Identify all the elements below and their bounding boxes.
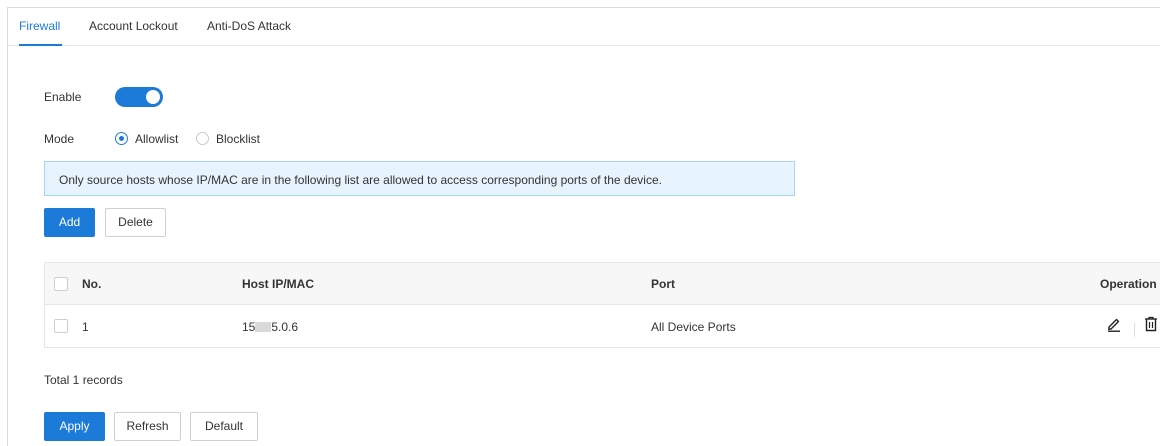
active-tab-indicator bbox=[19, 44, 62, 46]
total-records: Total 1 records bbox=[44, 373, 123, 387]
allowlist-radio[interactable] bbox=[115, 132, 128, 145]
toggle-knob bbox=[146, 90, 160, 104]
tab-bar: Firewall Account Lockout Anti-DoS Attack bbox=[8, 8, 1160, 46]
host-suffix: 5.0.6 bbox=[271, 320, 299, 334]
apply-button[interactable]: Apply bbox=[44, 412, 105, 441]
mode-label: Mode bbox=[44, 132, 75, 146]
select-all-checkbox[interactable] bbox=[54, 277, 68, 291]
trash-icon[interactable] bbox=[1144, 316, 1158, 335]
host-prefix: 15 bbox=[242, 320, 256, 334]
row-host: 15 5.0.6 bbox=[242, 320, 298, 334]
blocklist-radio[interactable] bbox=[196, 132, 209, 145]
header-host: Host IP/MAC bbox=[242, 277, 314, 291]
info-banner: Only source hosts whose IP/MAC are in th… bbox=[44, 161, 795, 196]
info-text: Only source hosts whose IP/MAC are in th… bbox=[59, 173, 662, 187]
refresh-button[interactable]: Refresh bbox=[114, 412, 181, 441]
header-port: Port bbox=[651, 277, 675, 291]
tab-firewall[interactable]: Firewall bbox=[19, 19, 60, 33]
row-port: All Device Ports bbox=[651, 320, 736, 334]
enable-label: Enable bbox=[44, 90, 82, 104]
firewall-panel: Firewall Account Lockout Anti-DoS Attack… bbox=[7, 7, 1160, 446]
add-button[interactable]: Add bbox=[44, 208, 95, 237]
table-row: 1 15 5.0.6 All Device Ports bbox=[45, 305, 1160, 348]
header-no: No. bbox=[82, 277, 102, 291]
header-operation: Operation bbox=[1100, 277, 1157, 291]
row-no: 1 bbox=[82, 320, 89, 334]
row-checkbox[interactable] bbox=[54, 319, 68, 333]
allowlist-label[interactable]: Allowlist bbox=[135, 132, 178, 146]
blocklist-label[interactable]: Blocklist bbox=[216, 132, 260, 146]
delete-button[interactable]: Delete bbox=[105, 208, 166, 237]
default-button[interactable]: Default bbox=[190, 412, 258, 441]
redaction-mask bbox=[255, 322, 272, 332]
tab-anti-dos-attack[interactable]: Anti-DoS Attack bbox=[207, 19, 291, 33]
table-header: No. Host IP/MAC Port Operation bbox=[45, 263, 1160, 305]
firewall-table: No. Host IP/MAC Port Operation 1 15 5.0.6… bbox=[44, 262, 1160, 348]
pencil-icon[interactable] bbox=[1107, 316, 1121, 335]
enable-toggle[interactable] bbox=[115, 87, 163, 107]
tab-account-lockout[interactable]: Account Lockout bbox=[89, 19, 178, 33]
operation-divider bbox=[1134, 323, 1135, 337]
